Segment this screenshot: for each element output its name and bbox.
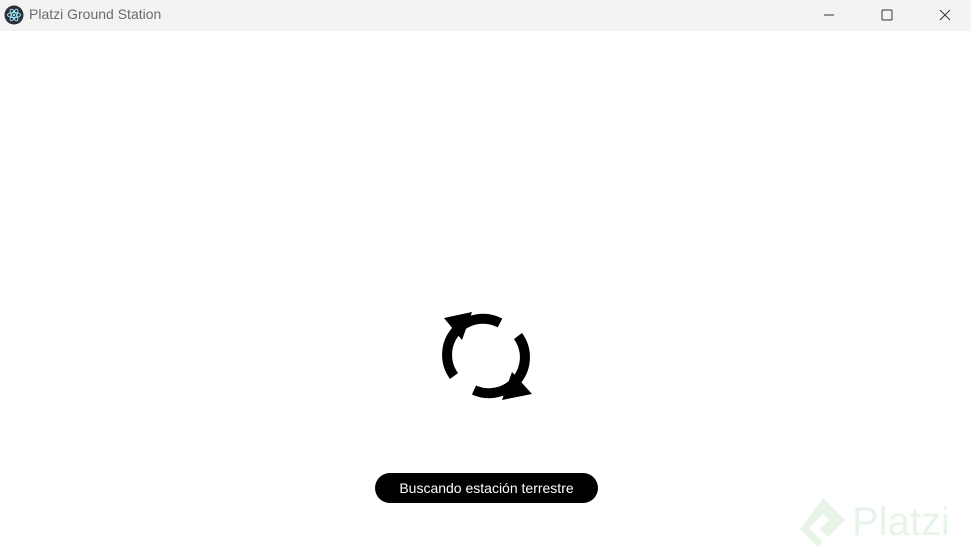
platzi-logo-icon	[798, 496, 848, 550]
maximize-icon	[881, 9, 893, 21]
maximize-button[interactable]	[858, 0, 916, 30]
watermark-text: Platzi	[852, 500, 950, 544]
main-content: Buscando estación terrestre Platzi	[0, 31, 971, 556]
title-bar[interactable]: Platzi Ground Station	[0, 0, 971, 31]
status-text: Buscando estación terrestre	[399, 480, 574, 496]
minimize-button[interactable]	[800, 0, 858, 30]
minimize-icon	[823, 9, 835, 21]
electron-atom-icon	[4, 5, 24, 25]
window-title: Platzi Ground Station	[29, 6, 162, 22]
close-icon	[939, 9, 951, 21]
close-button[interactable]	[916, 0, 971, 30]
platzi-watermark: Platzi	[798, 494, 971, 554]
app-window: Platzi Ground Station Buscando estación …	[0, 0, 971, 556]
status-badge: Buscando estación terrestre	[375, 473, 598, 503]
refresh-icon	[438, 310, 534, 402]
